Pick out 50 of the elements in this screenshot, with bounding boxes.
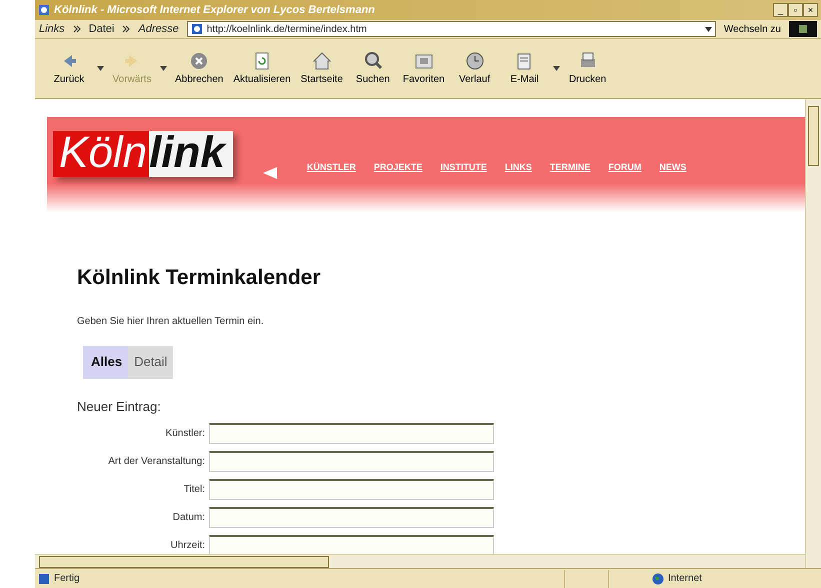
toolbar-button[interactable]: Aktualisieren [229,48,295,89]
vertical-scrollbar[interactable] [805,99,821,568]
go-button[interactable]: Wechseln zu [724,22,781,36]
intro-text: Geben Sie hier Ihren aktuellen Termin ein. [77,314,265,328]
window-control-button[interactable]: _ [773,3,788,17]
window-control-button[interactable]: ▫ [788,3,803,17]
window-control-button[interactable]: × [803,3,818,17]
address-label: Adresse [138,22,179,37]
toolbar-button[interactable]: Favoriten [398,48,449,89]
page-icon [190,23,203,35]
windows-logo-icon [789,21,817,37]
toolbar-button[interactable]: Verlauf [450,48,499,89]
field-label: Art der Veranstaltung: [107,454,206,468]
input-field[interactable] [209,534,494,554]
links-label[interactable]: Links [39,20,65,38]
home-icon [310,50,333,72]
window-title: Kölnlink - Microsoft Internet Explorer von Lycos Bertelsmann [54,2,376,18]
address-field[interactable]: http://koelnlink.de/termine/index.htm [186,21,716,37]
toolbar-button[interactable]: Zurück [45,48,93,89]
status-text: Fertig [54,572,81,586]
triangle-icon [262,167,277,179]
browser-icon [38,4,50,16]
history-icon [464,50,486,72]
field-label: Titel: [182,482,206,496]
input-field[interactable] [209,422,494,444]
globe-icon [652,572,664,584]
toolbar-button[interactable]: Startseite [296,48,347,89]
chevron-icon[interactable] [72,25,81,33]
field-label: Künstler: [164,426,206,440]
form-title: Neuer Eintrag: [77,398,162,416]
toolbar-button[interactable]: Abbrechen [171,48,228,89]
horizontal-scrollbar[interactable] [35,554,805,568]
toolbar-button[interactable]: Suchen [348,48,397,89]
menu-item[interactable]: Datei [88,20,114,38]
chevron-icon[interactable] [122,25,130,33]
toolbar-button[interactable]: E-Mail [500,48,549,89]
input-field[interactable] [209,478,494,500]
zone-text: Internet [668,572,703,586]
dropdown-icon[interactable] [704,26,712,32]
field-label: Datum: [172,510,206,524]
dropdown-icon[interactable] [97,66,104,71]
page-icon [38,572,50,584]
tab[interactable]: Alles [83,346,128,379]
tab[interactable]: Detail [128,346,174,379]
input-field[interactable] [209,450,494,472]
input-field[interactable] [209,506,494,528]
toolbar-button[interactable]: Drucken [564,48,612,89]
field-label: Uhrzeit: [170,538,206,552]
dropdown-icon[interactable] [552,66,560,71]
page-heading: Kölnlink Terminkalender [77,265,322,291]
